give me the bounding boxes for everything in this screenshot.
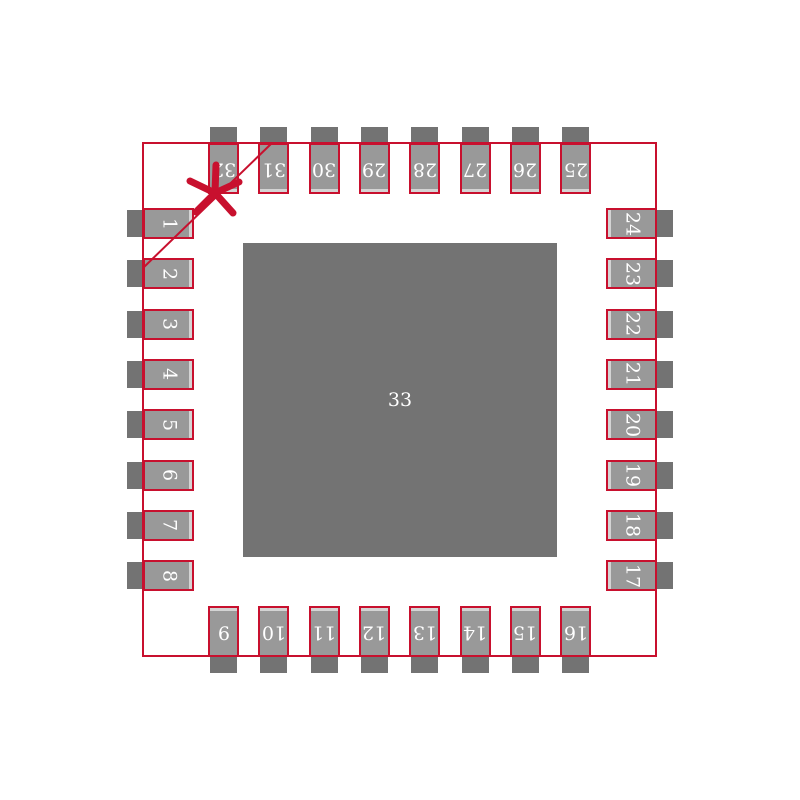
footprint-canvas: 33 1 2 3 4 5 6 7 8 9 10 11 12 13 14 15 16 17 18 19 20 21 22 23… (0, 0, 800, 800)
pin1-diagonal-line (142, 142, 273, 269)
pin1-marker (142, 142, 273, 269)
pin1-asterisk-icon (186, 161, 243, 217)
